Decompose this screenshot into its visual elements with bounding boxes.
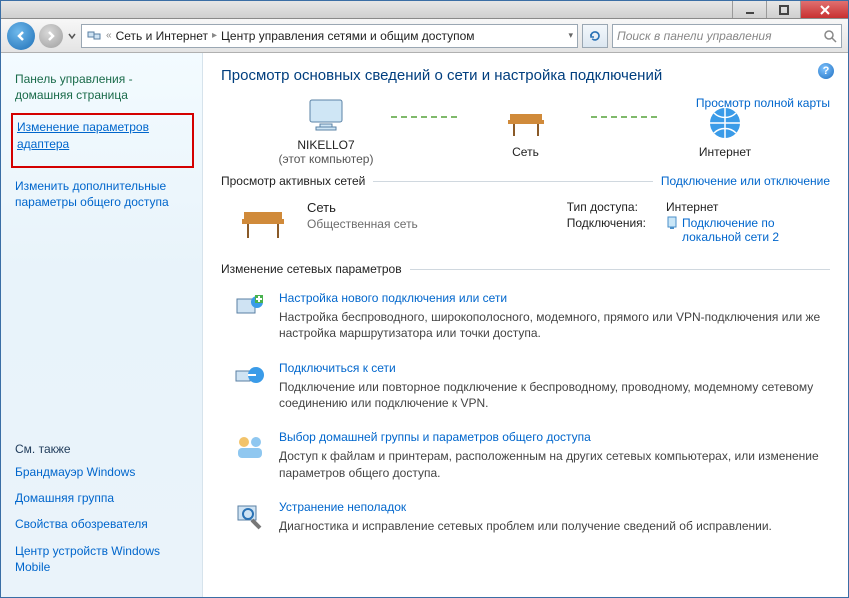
task-new-connection[interactable]: Настройка нового подключения или сети На… bbox=[221, 282, 830, 352]
nic-icon bbox=[666, 216, 678, 230]
change-head-label: Изменение сетевых параметров bbox=[221, 262, 402, 276]
map-node-internet[interactable]: Интернет bbox=[660, 103, 790, 159]
task-troubleshoot-desc: Диагностика и исправление сетевых пробле… bbox=[279, 519, 772, 533]
see-also-heading: См. также bbox=[15, 442, 190, 456]
control-panel-home[interactable]: Панель управления - домашняя страница bbox=[15, 71, 190, 103]
map-net-name: Сеть bbox=[512, 145, 539, 159]
close-button[interactable] bbox=[800, 1, 848, 18]
active-network-type[interactable]: Общественная сеть bbox=[307, 217, 418, 231]
search-box[interactable]: Поиск в панели управления bbox=[612, 24, 842, 48]
titlebar bbox=[1, 1, 848, 19]
active-network-name[interactable]: Сеть bbox=[307, 200, 457, 215]
link-internet-options[interactable]: Свойства обозревателя bbox=[15, 516, 190, 532]
link-wmc[interactable]: Центр устройств Windows Mobile bbox=[15, 543, 190, 575]
see-also: См. также Брандмауэр Windows Домашняя гр… bbox=[15, 442, 190, 585]
link-sharing-settings[interactable]: Изменить дополнительные параметры общего… bbox=[15, 178, 190, 210]
network-map: Просмотр полной карты NIKELLO7 (этот ком… bbox=[221, 96, 830, 166]
breadcrumb-sep: « bbox=[106, 30, 112, 41]
computer-icon bbox=[304, 96, 348, 136]
minimize-button[interactable] bbox=[732, 1, 766, 18]
active-network-mid: Сеть Общественная сеть bbox=[307, 200, 457, 231]
breadcrumb-2[interactable]: Центр управления сетями и общим доступом bbox=[221, 29, 475, 43]
tasks-list: Настройка нового подключения или сети На… bbox=[221, 282, 830, 544]
bench-icon bbox=[504, 103, 548, 143]
task-homegroup[interactable]: Выбор домашней группы и параметров общег… bbox=[221, 421, 830, 491]
new-connection-icon bbox=[233, 290, 267, 324]
connections-label: Подключения: bbox=[567, 216, 646, 244]
map-node-pc[interactable]: NIKELLO7 (этот компьютер) bbox=[261, 96, 391, 166]
section-change-settings: Изменение сетевых параметров bbox=[221, 262, 830, 276]
rule bbox=[373, 181, 653, 182]
address-dropdown-icon[interactable]: ▾ bbox=[568, 30, 573, 41]
active-head-label: Просмотр активных сетей bbox=[221, 174, 365, 188]
task-connect-title[interactable]: Подключиться к сети bbox=[279, 360, 830, 376]
window: « Сеть и Интернет ▸ Центр управления сет… bbox=[0, 0, 849, 598]
maximize-button[interactable] bbox=[766, 1, 800, 18]
task-connect-desc: Подключение или повторное подключение к … bbox=[279, 380, 813, 410]
sidebar: Панель управления - домашняя страница Из… bbox=[1, 53, 203, 597]
active-network-row: Сеть Общественная сеть Тип доступа: Инте… bbox=[221, 194, 830, 254]
highlight-box: Изменение параметров адаптера bbox=[11, 113, 194, 167]
map-line bbox=[591, 116, 661, 118]
breadcrumb-1[interactable]: Сеть и Интернет bbox=[116, 29, 208, 43]
nav-history-dropdown[interactable] bbox=[67, 32, 77, 40]
body: Панель управления - домашняя страница Из… bbox=[1, 53, 848, 597]
network-icon bbox=[86, 28, 102, 44]
bench-icon bbox=[233, 200, 293, 244]
back-button[interactable] bbox=[7, 22, 35, 50]
map-pc-name: NIKELLO7 bbox=[297, 138, 354, 152]
refresh-button[interactable] bbox=[582, 24, 608, 48]
connection-link[interactable]: Подключение по локальной сети 2 bbox=[682, 216, 822, 244]
main: ? Просмотр основных сведений о сети и на… bbox=[203, 53, 848, 597]
connect-icon bbox=[233, 360, 267, 394]
nav-row: « Сеть и Интернет ▸ Центр управления сет… bbox=[1, 19, 848, 53]
section-active-networks: Просмотр активных сетей Подключение или … bbox=[221, 174, 830, 188]
search-icon bbox=[823, 29, 837, 43]
search-placeholder: Поиск в панели управления bbox=[617, 29, 772, 43]
address-bar[interactable]: « Сеть и Интернет ▸ Центр управления сет… bbox=[81, 24, 578, 48]
task-troubleshoot[interactable]: Устранение неполадок Диагностика и испра… bbox=[221, 491, 830, 544]
map-pc-sub: (этот компьютер) bbox=[279, 152, 374, 166]
task-troubleshoot-title[interactable]: Устранение неполадок bbox=[279, 499, 772, 515]
task-new-connection-desc: Настройка беспроводного, широкополосного… bbox=[279, 310, 820, 340]
task-connect[interactable]: Подключиться к сети Подключение или повт… bbox=[221, 352, 830, 422]
access-type-value: Интернет bbox=[666, 200, 822, 214]
link-adapter-settings[interactable]: Изменение параметров адаптера bbox=[17, 119, 188, 151]
homegroup-icon bbox=[233, 429, 267, 463]
link-full-map[interactable]: Просмотр полной карты bbox=[696, 96, 830, 110]
rule bbox=[410, 269, 830, 270]
map-inet-name: Интернет bbox=[699, 145, 751, 159]
task-new-connection-title[interactable]: Настройка нового подключения или сети bbox=[279, 290, 830, 306]
troubleshoot-icon bbox=[233, 499, 267, 533]
active-network-details: Тип доступа: Интернет Подключения: Подкл… bbox=[567, 200, 830, 244]
task-homegroup-desc: Доступ к файлам и принтерам, расположенн… bbox=[279, 449, 819, 479]
link-homegroup[interactable]: Домашняя группа bbox=[15, 490, 190, 506]
task-homegroup-title[interactable]: Выбор домашней группы и параметров общег… bbox=[279, 429, 830, 445]
page-title: Просмотр основных сведений о сети и наст… bbox=[221, 67, 830, 84]
access-type-label: Тип доступа: bbox=[567, 200, 646, 214]
link-firewall[interactable]: Брандмауэр Windows bbox=[15, 464, 190, 480]
map-line bbox=[391, 116, 461, 118]
map-node-network[interactable]: Сеть bbox=[461, 103, 591, 159]
link-connect-disconnect[interactable]: Подключение или отключение bbox=[661, 174, 830, 188]
help-icon[interactable]: ? bbox=[818, 63, 834, 79]
breadcrumb-sep: ▸ bbox=[212, 30, 217, 41]
forward-button[interactable] bbox=[39, 24, 63, 48]
